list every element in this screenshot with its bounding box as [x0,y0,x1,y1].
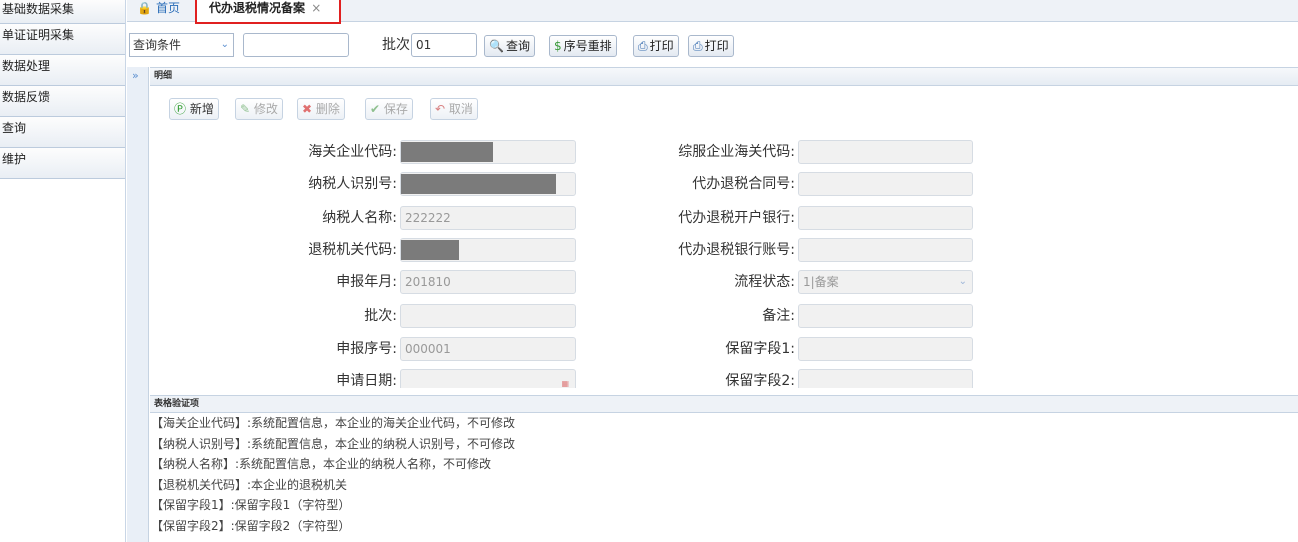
sidebar: 基础数据采集 单证证明采集 数据处理 数据反馈 查询 维护 [0,0,126,542]
chevron-down-icon: ⌄ [220,39,229,50]
tab-home-label: 首页 [155,1,180,15]
redacted-mask [401,174,556,194]
delete-button-label: 删除 [315,102,340,116]
report-seq-field[interactable]: 000001 [400,337,576,361]
sidebar-item-processing[interactable]: 数据处理 [0,55,125,86]
flow-status-select[interactable]: 1|备案 ⌄ [798,270,973,294]
collapse-toggle[interactable]: » [127,67,149,542]
query-condition-input[interactable] [243,33,349,57]
tab-agent-refund-filing[interactable]: 代办退税情况备案 × [195,0,341,24]
reserved-1-label: 保留字段1: [725,341,795,357]
batch-field[interactable] [400,304,576,328]
report-month-label: 申报年月: [336,274,397,290]
validation-item: 【纳税人名称】:系统配置信息，本企业的纳税人名称，不可修改 [151,457,492,472]
search-icon: 🔍 [489,39,504,53]
batch-field-label: 批次: [364,308,397,324]
taxpayer-name-label: 纳税人名称: [322,210,397,226]
validation-item: 【纳税人识别号】:系统配置信息，本企业的纳税人识别号，不可修改 [151,436,516,451]
save-button-label: 保存 [383,102,408,116]
batch-label: 批次: [382,37,415,53]
cancel-button[interactable]: ↶ 取消 [430,98,478,120]
taxpayer-id-field[interactable] [400,172,576,196]
tab-bar: 🔒 首页 代办退税情况备案 × [127,0,1298,24]
validation-item: 【海关企业代码】:系统配置信息，本企业的海关企业代码，不可修改 [151,416,516,430]
lock-icon: 🔒 [137,1,152,15]
apply-date-label: 申请日期: [336,373,397,388]
sidebar-item-maintenance[interactable]: 维护 [0,148,125,179]
remark-field[interactable] [798,304,973,328]
print-button-2[interactable]: ⎙ 打印 [688,35,734,57]
undo-icon: ↶ [435,102,446,116]
sidebar-item-certificate[interactable]: 单证证明采集 [0,24,125,55]
reorder-button[interactable]: $ 序号重排 [549,35,617,57]
print-button-1-label: 打印 [649,39,674,53]
taxpayer-id-label: 纳税人识别号: [308,176,397,192]
printer-icon: ⎙ [693,39,703,53]
remark-label: 备注: [762,308,795,324]
delete-button[interactable]: ✖ 删除 [297,98,345,120]
money-icon: $ [554,39,562,53]
customs-code-field[interactable] [400,140,576,164]
reorder-button-label: 序号重排 [563,39,612,53]
bank-account-label: 代办退税银行账号: [678,242,795,258]
plus-circle-icon: Ⓟ [174,102,187,116]
reserved-1-field[interactable] [798,337,973,361]
report-seq-label: 申报序号: [336,341,397,357]
redacted-mask [401,142,493,162]
check-icon: ✔ [370,102,381,116]
pencil-icon: ✎ [240,102,251,116]
sidebar-item-feedback[interactable]: 数据反馈 [0,86,125,117]
add-button[interactable]: Ⓟ 新增 [169,98,219,120]
tax-office-code-field[interactable] [400,238,576,262]
flow-status-label: 流程状态: [734,274,795,290]
comprehensive-customs-code-label: 综服企业海关代码: [678,144,795,160]
customs-code-label: 海关企业代码: [308,144,397,160]
validation-list: 【海关企业代码】:系统配置信息，本企业的海关企业代码，不可修改 【纳税人识别号】… [150,412,1298,542]
print-button-1[interactable]: ⎙ 打印 [633,35,679,57]
tab-active-label: 代办退税情况备案 [209,1,306,15]
validation-item: 【保留字段2】:保留字段2（字符型） [151,518,351,533]
query-toolbar: 查询条件 ⌄ 批次: 01 🔍 查询 $ 序号重排 ⎙ 打印 ⎙ 打印 [127,33,1298,63]
validation-header: 表格验证项 [150,395,1298,412]
tax-office-code-label: 退税机关代码: [308,242,397,258]
query-button-label: 查询 [505,39,530,53]
tab-home[interactable]: 🔒 首页 [137,0,180,22]
validation-item: 【保留字段1】:保留字段1（字符型） [151,498,351,513]
print-button-2-label: 打印 [704,39,729,53]
detail-form: 海关企业代码: 纳税人识别号: 纳税人名称: 222222 退税机关代码: 申报… [150,128,1298,388]
report-month-field[interactable]: 201810 [400,270,576,294]
save-button[interactable]: ✔ 保存 [365,98,413,120]
query-button[interactable]: 🔍 查询 [484,35,535,57]
edit-button-label: 修改 [253,102,278,116]
edit-button[interactable]: ✎ 修改 [235,98,283,120]
close-icon[interactable]: × [311,1,321,15]
contract-no-label: 代办退税合同号: [692,176,795,192]
sidebar-item-basic-data[interactable]: 基础数据采集 [0,0,125,24]
bank-account-field[interactable] [798,238,973,262]
query-condition-select[interactable]: 查询条件 ⌄ [129,33,234,57]
batch-input[interactable]: 01 [411,33,477,57]
apply-date-field[interactable]: ▦ [400,369,576,388]
redacted-mask [401,240,459,260]
bank-label: 代办退税开户银行: [678,210,795,226]
printer-icon: ⎙ [638,39,648,53]
add-button-label: 新增 [189,102,214,116]
delete-x-icon: ✖ [302,102,313,116]
validation-item: 【退税机关代码】:本企业的退税机关 [151,477,348,492]
detail-panel-header: 明细 [150,67,1298,86]
bank-field[interactable] [798,206,973,230]
sidebar-item-query[interactable]: 查询 [0,117,125,148]
reserved-2-field[interactable] [798,369,973,388]
chevron-down-icon: ⌄ [958,276,967,287]
calendar-icon[interactable]: ▦ [561,373,569,388]
cancel-button-label: 取消 [448,102,473,116]
comprehensive-customs-code-field[interactable] [798,140,973,164]
contract-no-field[interactable] [798,172,973,196]
double-chevron-right-icon: » [132,69,139,82]
query-condition-value: 查询条件 [133,38,182,52]
taxpayer-name-field[interactable]: 222222 [400,206,576,230]
reserved-2-label: 保留字段2: [725,373,795,388]
